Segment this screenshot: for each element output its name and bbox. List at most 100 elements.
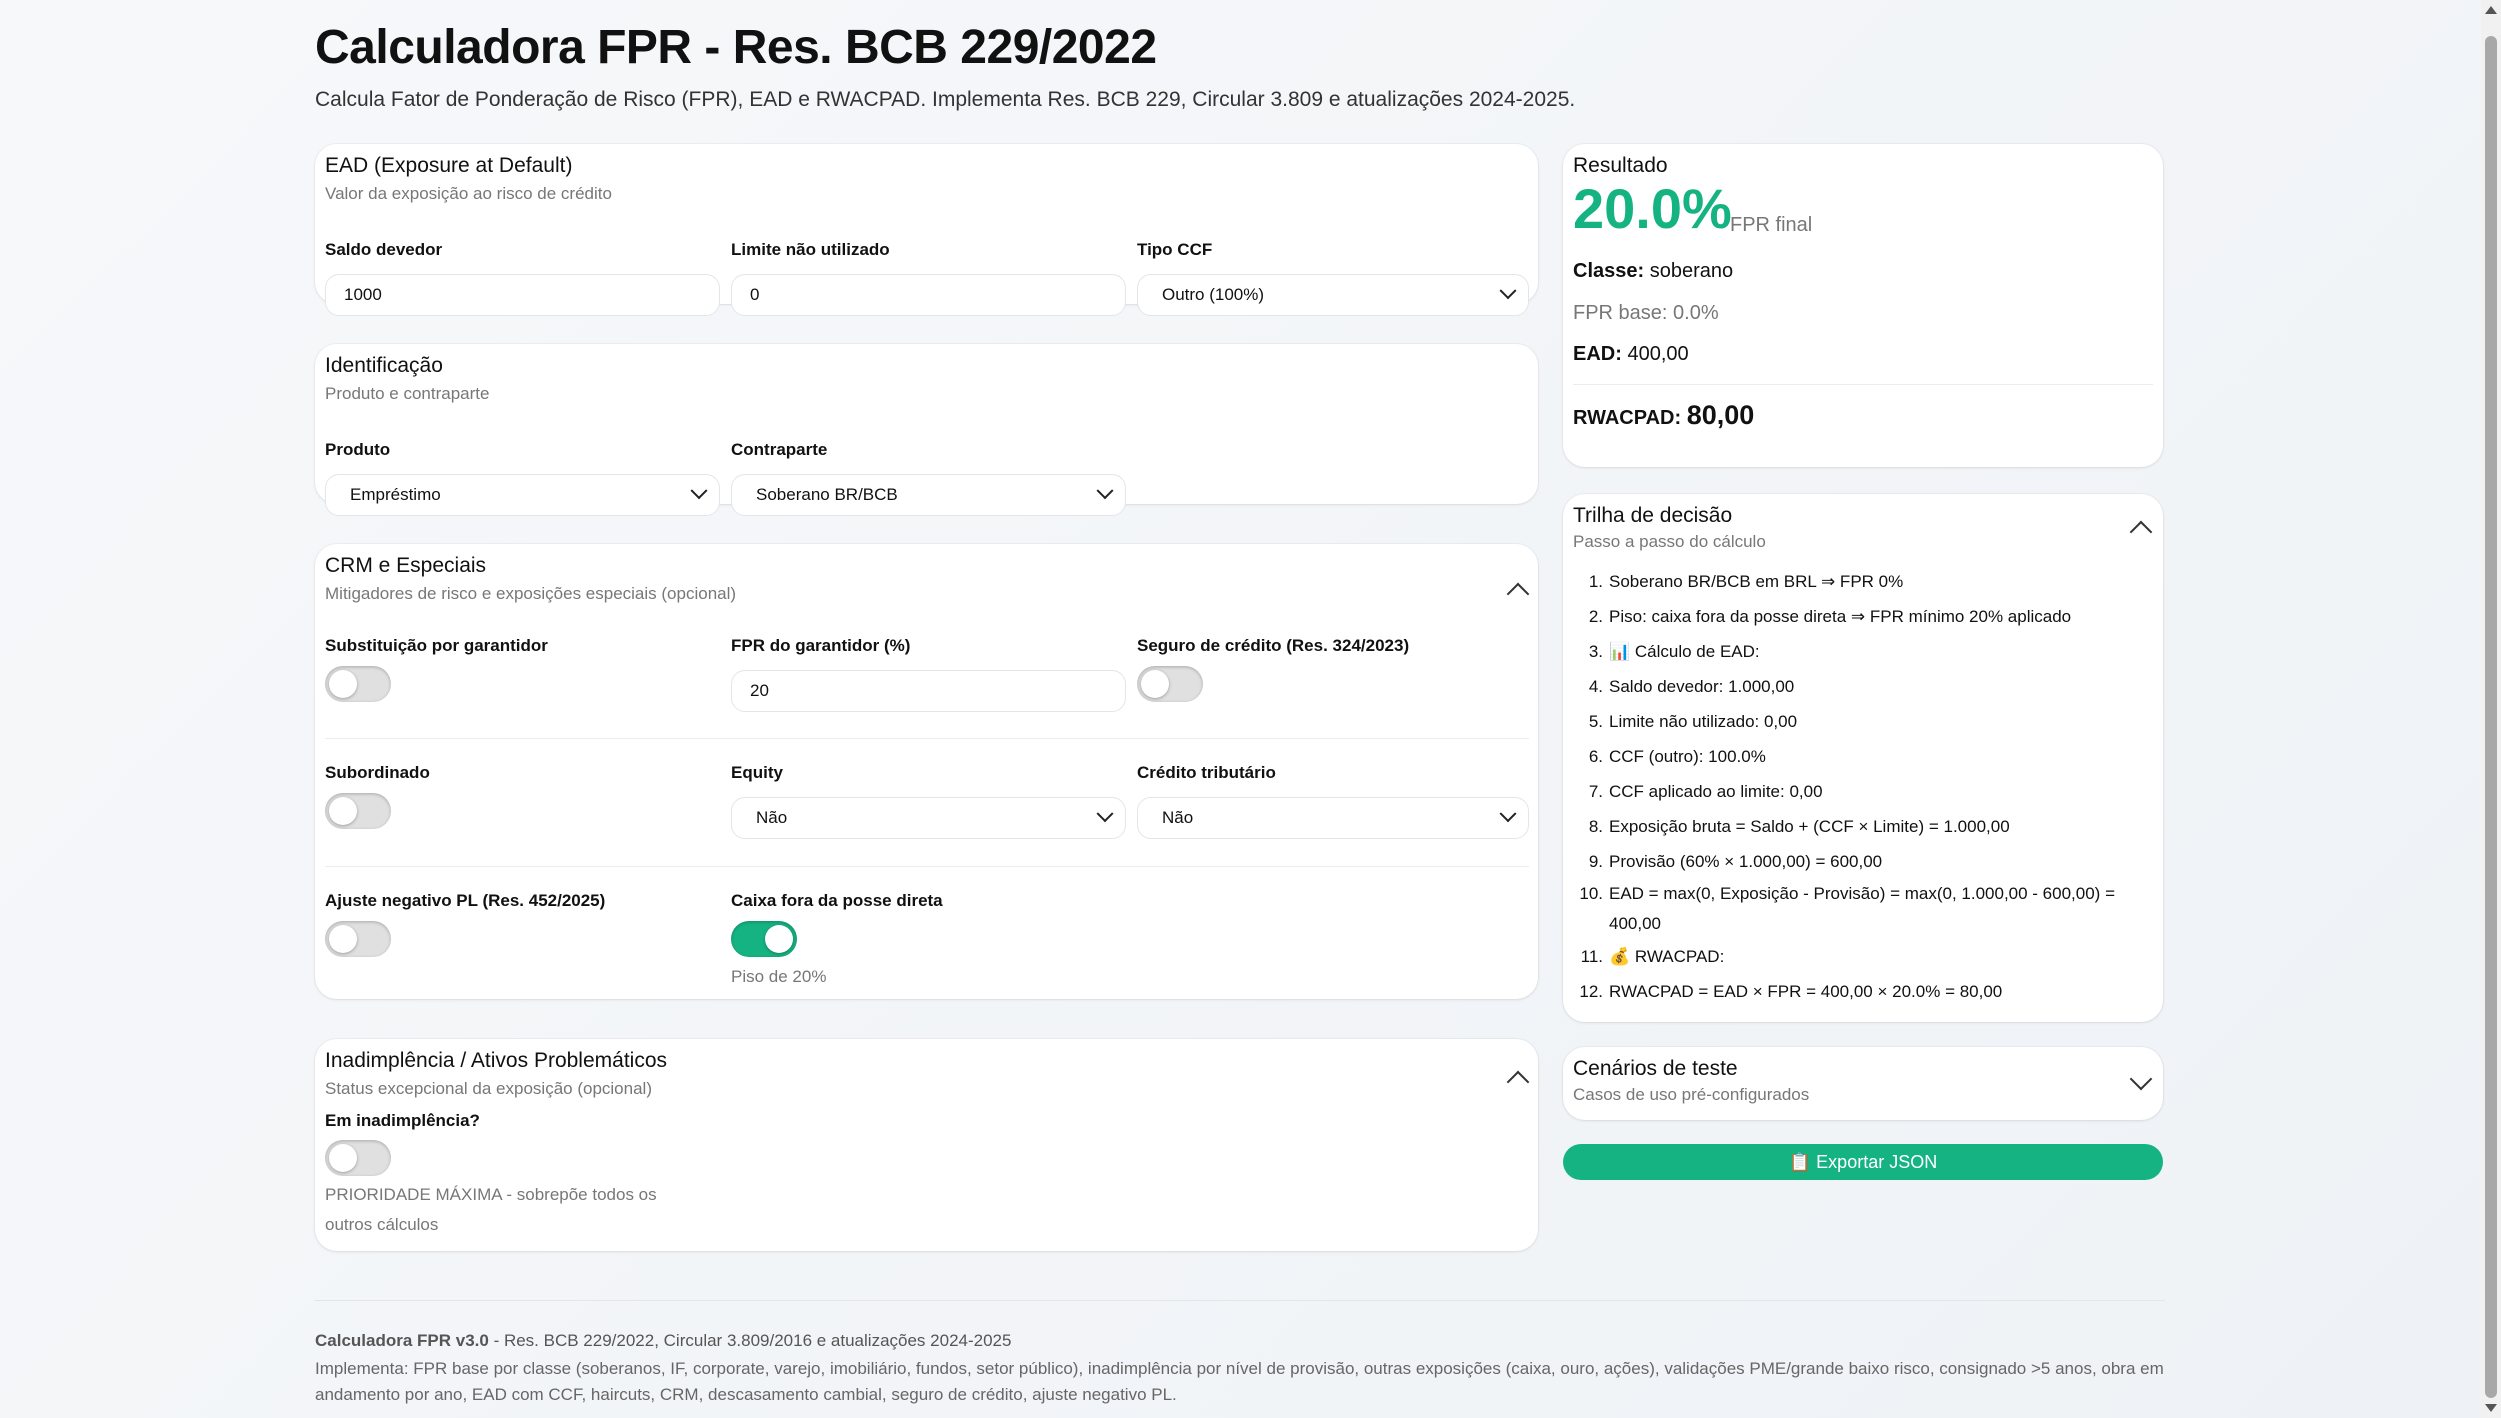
cenarios-card[interactable]: Cenários de teste Casos de uso pré-confi… — [1563, 1047, 2163, 1120]
seguro-credito-toggle[interactable] — [1137, 666, 1203, 702]
decision-step-number: 12. — [1579, 982, 1603, 1001]
tipo-ccf-value: Outro (100%) — [1162, 285, 1265, 304]
fpr-final-caption: FPR final — [1730, 214, 1813, 236]
decision-step-number: 5. — [1588, 712, 1603, 731]
decision-step-number: 1. — [1588, 572, 1603, 591]
scrollbar-thumb[interactable] — [2485, 36, 2497, 1398]
produto-value: Empréstimo — [350, 485, 441, 504]
inadimplencia-card-title: Inadimplência / Ativos Problemáticos — [325, 1049, 667, 1072]
chevron-up-icon[interactable] — [2129, 520, 2153, 544]
chevron-up-icon[interactable] — [1506, 1070, 1530, 1094]
substituicao-toggle[interactable] — [325, 666, 391, 702]
decision-step: 6. CCF (outro): 100.0% — [1573, 739, 2139, 774]
resultado-card: Resultado 20.0% FPR final Classe: sobera… — [1563, 144, 2163, 467]
ead-card: EAD (Exposure at Default) Valor da expos… — [315, 144, 1538, 316]
decision-step-text: Piso: caixa fora da posse direta ⇒ FPR m… — [1609, 607, 2072, 626]
cenarios-card-subtitle: Casos de uso pré-configurados — [1573, 1085, 1810, 1104]
ajuste-negativo-toggle[interactable] — [325, 921, 391, 957]
em-inadimplencia-toggle[interactable] — [325, 1140, 391, 1176]
decision-step: 2. Piso: caixa fora da posse direta ⇒ FPR… — [1573, 599, 2139, 634]
decision-step-text: 📊 Cálculo de EAD: — [1609, 642, 1760, 661]
saldo-devedor-label: Saldo devedor — [325, 240, 443, 259]
ead-card-subtitle: Valor da exposição ao risco de crédito — [325, 184, 612, 203]
decision-step-text: Limite não utilizado: 0,00 — [1609, 712, 1798, 731]
decision-step-number: 3. — [1588, 642, 1603, 661]
em-inadimplencia-label: Em inadimplência? — [325, 1111, 480, 1130]
inadimplencia-hint-line2: outros cálculos — [325, 1215, 439, 1234]
rwacpad-label: RWACPAD: — [1573, 407, 1682, 429]
divider — [325, 738, 1529, 739]
equity-value: Não — [756, 808, 788, 827]
contraparte-select[interactable]: Soberano BR/BCB — [731, 474, 1126, 516]
decision-step-text: CCF (outro): 100.0% — [1609, 747, 1766, 766]
footer-version-line: Calculadora FPR v3.0 - Res. BCB 229/2022… — [315, 1331, 1011, 1351]
saldo-devedor-input[interactable]: 1000 — [325, 274, 720, 316]
decision-step: 4. Saldo devedor: 1.000,00 — [1573, 669, 2139, 704]
caixa-fora-hint: Piso de 20% — [731, 967, 827, 986]
footer-implements: Implementa: FPR base por classe (soberan… — [315, 1359, 2164, 1404]
chevron-up-icon[interactable] — [1506, 582, 1530, 606]
decision-step-number: 9. — [1588, 852, 1603, 871]
classe-row: Classe: soberano — [1573, 260, 1733, 283]
identificacao-card: Identificação Produto e contraparte Prod… — [315, 344, 1538, 516]
decision-step-number: 4. — [1588, 677, 1603, 696]
decision-step: 1. Soberano BR/BCB em BRL ⇒ FPR 0% — [1573, 564, 2139, 599]
classe-label: Classe: — [1573, 260, 1645, 282]
produto-label: Produto — [325, 440, 391, 459]
page-title: Calculadora FPR - Res. BCB 229/2022 — [315, 21, 1157, 74]
crm-card-subtitle: Mitigadores de risco e exposições especi… — [325, 584, 737, 603]
cenarios-card-title: Cenários de teste — [1573, 1057, 1738, 1080]
ead-result-value: 400,00 — [1627, 343, 1689, 365]
trilha-card-subtitle: Passo a passo do cálculo — [1573, 532, 1766, 551]
scroll-down-arrow-icon[interactable] — [2485, 1404, 2497, 1412]
scrollbar[interactable] — [2481, 0, 2501, 1418]
identificacao-card-title: Identificação — [325, 354, 443, 377]
chevron-down-icon — [690, 482, 708, 500]
chevron-down-icon — [1096, 805, 1114, 823]
tipo-ccf-select[interactable]: Outro (100%) — [1137, 274, 1529, 316]
decision-step: 10. EAD = max(0, Exposição - Provisão) = … — [1573, 879, 2139, 939]
credito-tributario-label: Crédito tributário — [1137, 763, 1276, 782]
decision-step-text: Soberano BR/BCB em BRL ⇒ FPR 0% — [1609, 572, 1904, 591]
fpr-garantidor-input[interactable]: 20 — [731, 670, 1126, 712]
trilha-card: Trilha de decisão Passo a passo do cálcu… — [1563, 494, 2163, 1022]
inadimplencia-card: Inadimplência / Ativos Problemáticos Sta… — [315, 1039, 1538, 1251]
caixa-fora-toggle[interactable] — [731, 921, 797, 957]
scroll-up-arrow-icon[interactable] — [2485, 6, 2497, 14]
equity-label: Equity — [731, 763, 783, 782]
export-json-button[interactable]: 📋 Exportar JSON — [1563, 1144, 2163, 1180]
produto-select[interactable]: Empréstimo — [325, 474, 720, 516]
crm-card-title: CRM e Especiais — [325, 554, 487, 577]
trilha-card-title: Trilha de decisão — [1573, 504, 1733, 527]
substituicao-label: Substituição por garantidor — [325, 636, 548, 655]
decision-step-text: Saldo devedor: 1.000,00 — [1609, 677, 1795, 696]
decision-step: 5. Limite não utilizado: 0,00 — [1573, 704, 2139, 739]
chevron-down-icon[interactable] — [2129, 1067, 2153, 1091]
credito-tributario-select[interactable]: Não — [1137, 797, 1529, 839]
limite-nao-utilizado-label: Limite não utilizado — [731, 240, 890, 259]
crm-card: CRM e Especiais Mitigadores de risco e e… — [315, 544, 1538, 999]
decision-step-text: Exposição bruta = Saldo + (CCF × Limite)… — [1609, 817, 2010, 836]
seguro-credito-label: Seguro de crédito (Res. 324/2023) — [1137, 636, 1410, 655]
decision-step-text: CCF aplicado ao limite: 0,00 — [1609, 782, 1823, 801]
fpr-garantidor-label: FPR do garantidor (%) — [731, 636, 911, 655]
divider — [325, 866, 1529, 867]
subordinado-toggle[interactable] — [325, 793, 391, 829]
ead-card-title: EAD (Exposure at Default) — [325, 154, 573, 177]
credito-tributario-value: Não — [1162, 808, 1194, 827]
contraparte-value: Soberano BR/BCB — [756, 485, 898, 504]
classe-value: soberano — [1649, 260, 1734, 282]
decision-step: 7. CCF aplicado ao limite: 0,00 — [1573, 774, 2139, 809]
equity-select[interactable]: Não — [731, 797, 1126, 839]
chevron-down-icon — [1499, 282, 1517, 300]
decision-step-number: 6. — [1588, 747, 1603, 766]
ead-result-label: EAD: — [1573, 343, 1622, 365]
decision-step: 9. Provisão (60% × 1.000,00) = 600,00 — [1573, 844, 2139, 879]
decision-step-text: 💰 RWACPAD: — [1609, 947, 1725, 966]
tipo-ccf-label: Tipo CCF — [1137, 240, 1213, 259]
ajuste-negativo-label: Ajuste negativo PL (Res. 452/2025) — [325, 891, 606, 910]
footer-version: Calculadora FPR v3.0 — [315, 1331, 489, 1350]
decision-step-number: 2. — [1588, 607, 1603, 626]
limite-nao-utilizado-input[interactable]: 0 — [731, 274, 1126, 316]
decision-step-text: RWACPAD = EAD × FPR = 400,00 × 20.0% = 8… — [1609, 982, 2003, 1001]
